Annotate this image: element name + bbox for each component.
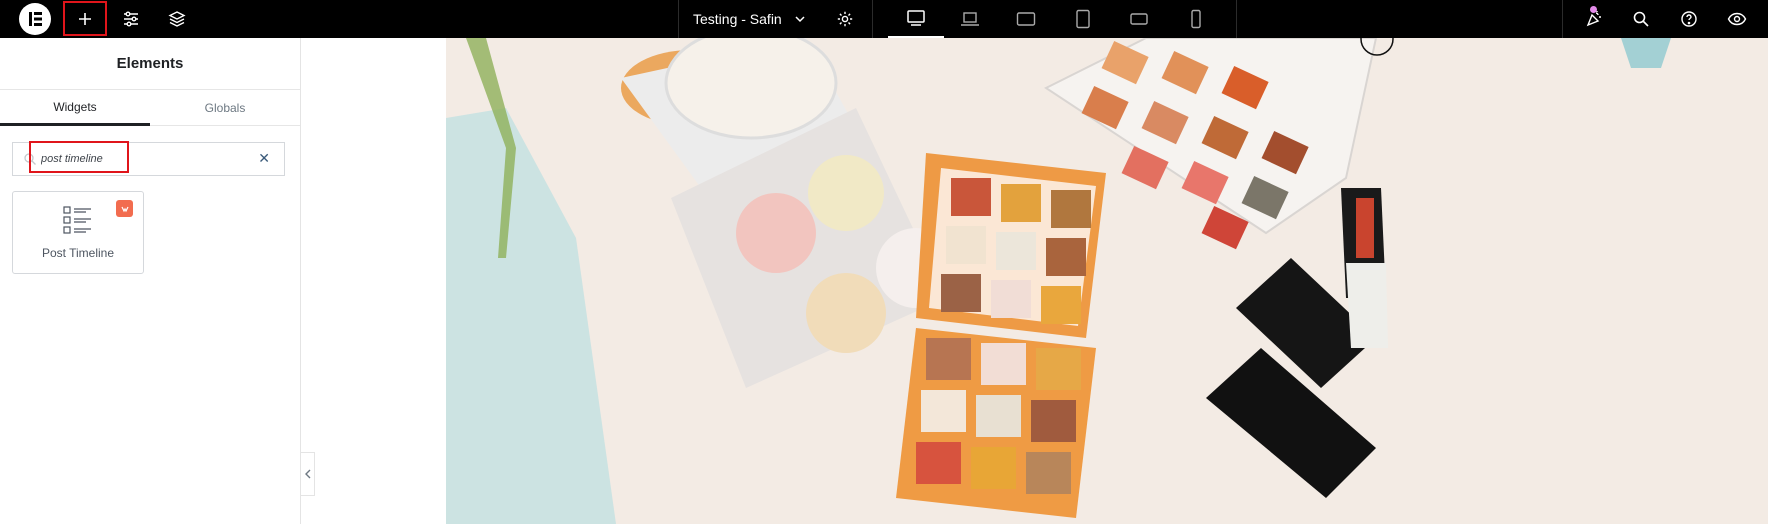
plus-icon xyxy=(79,12,91,25)
finder-button[interactable] xyxy=(1627,0,1655,38)
whats-new-button[interactable] xyxy=(1579,0,1609,38)
laptop-icon xyxy=(961,12,979,26)
mobile-portrait-icon xyxy=(1191,9,1201,29)
structure-button[interactable] xyxy=(164,0,190,38)
preview-eye-icon xyxy=(1727,12,1747,26)
page-settings-button[interactable] xyxy=(832,0,858,38)
device-laptop-button[interactable] xyxy=(956,0,984,38)
gear-icon xyxy=(837,11,853,27)
search-highlight xyxy=(29,141,129,173)
device-tablet-portrait-button[interactable] xyxy=(1069,0,1097,38)
widget-label: Post Timeline xyxy=(41,246,115,260)
widget-post-timeline[interactable]: Post Timeline xyxy=(12,191,144,274)
search-icon xyxy=(1633,11,1649,27)
widget-search: ✕ xyxy=(12,141,285,176)
chevron-down-icon xyxy=(795,16,805,23)
panel-tabs: Widgets Globals xyxy=(0,90,300,126)
desktop-icon xyxy=(907,10,925,26)
help-icon xyxy=(1681,11,1697,27)
device-desktop-button[interactable] xyxy=(888,0,944,38)
pro-badge-icon xyxy=(116,200,133,217)
elements-panel: Elements Widgets Globals ✕ Post Timeline xyxy=(0,38,301,524)
chevron-left-icon xyxy=(304,469,310,479)
tab-widgets[interactable]: Widgets xyxy=(0,90,150,126)
collapse-panel-button[interactable] xyxy=(301,452,315,496)
tab-globals[interactable]: Globals xyxy=(150,90,300,126)
post-timeline-icon xyxy=(63,206,91,234)
add-element-button[interactable] xyxy=(63,1,107,36)
device-mobile-landscape-button[interactable] xyxy=(1125,0,1153,38)
device-mobile-portrait-button[interactable] xyxy=(1182,0,1210,38)
mobile-landscape-icon xyxy=(1130,13,1148,25)
preview-button[interactable] xyxy=(1723,0,1751,38)
tablet-portrait-icon xyxy=(1076,9,1090,29)
sliders-icon xyxy=(124,11,138,27)
elementor-logo-icon[interactable] xyxy=(19,3,51,35)
panel-title: Elements xyxy=(0,38,300,90)
clear-search-icon[interactable]: ✕ xyxy=(258,150,270,167)
makeup-palettes-photo xyxy=(446,38,1768,524)
notification-dot xyxy=(1590,6,1597,13)
editor-topbar: Testing - Safin xyxy=(0,0,1768,38)
tablet-landscape-icon xyxy=(1016,12,1036,26)
help-button[interactable] xyxy=(1675,0,1703,38)
document-title: Testing - Safin xyxy=(693,11,782,27)
document-title-dropdown[interactable]: Testing - Safin xyxy=(693,0,813,38)
device-tablet-landscape-button[interactable] xyxy=(1012,0,1040,38)
preview-canvas[interactable] xyxy=(446,38,1768,524)
site-settings-button[interactable] xyxy=(118,0,144,38)
layers-icon xyxy=(168,11,186,27)
